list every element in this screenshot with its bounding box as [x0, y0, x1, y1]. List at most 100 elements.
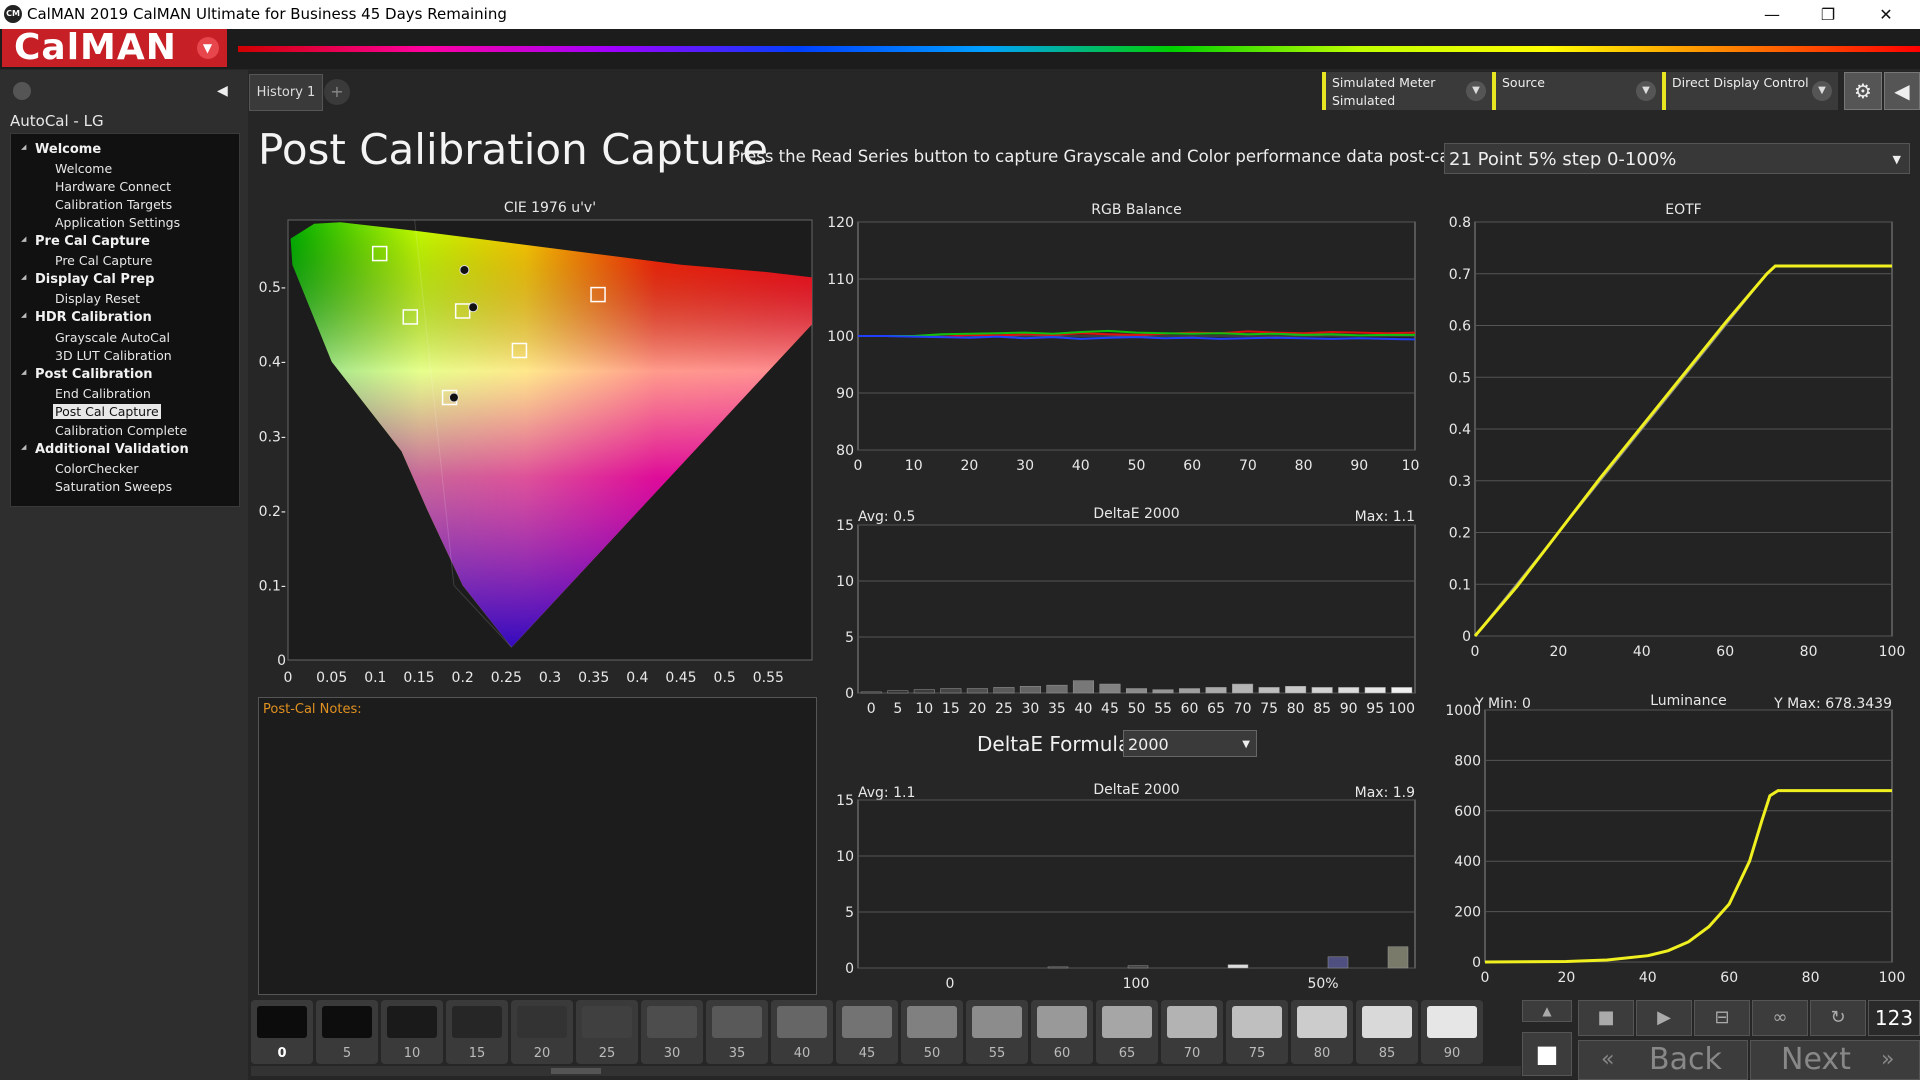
- display-control-selector[interactable]: Direct Display Control ▼: [1662, 72, 1838, 110]
- section-additional-validation[interactable]: Additional Validation: [21, 442, 189, 457]
- deltae-bar: [1072, 680, 1094, 694]
- back-button[interactable]: « Back: [1578, 1040, 1748, 1080]
- x-tick-label: 5: [893, 701, 902, 717]
- y-tick-label: 0: [1462, 629, 1471, 645]
- tree-item-pre-cal-capture[interactable]: Pre Cal Capture: [53, 253, 154, 268]
- section-welcome[interactable]: Welcome: [21, 142, 101, 157]
- deltae-title: DeltaE 2000: [1093, 782, 1179, 798]
- x-tick-label: 60: [1716, 644, 1734, 660]
- tab-history-1[interactable]: History 1: [249, 74, 323, 111]
- step-icon[interactable]: ⊟: [1694, 1000, 1750, 1036]
- section-hdr-calibration[interactable]: HDR Calibration: [21, 310, 152, 325]
- patch-swatch[interactable]: 40: [771, 1000, 833, 1064]
- gear-icon[interactable]: ⚙: [1844, 72, 1882, 110]
- tree-item-calibration-targets[interactable]: Calibration Targets: [53, 197, 174, 212]
- patch-swatch[interactable]: 50: [901, 1000, 963, 1064]
- workflow-tree: Welcome Welcome Hardware Connect Calibra…: [10, 133, 240, 507]
- section-display-cal-prep[interactable]: Display Cal Prep: [21, 272, 155, 287]
- series-dropdown[interactable]: 21 Point 5% step 0-100% ▼: [1444, 143, 1910, 174]
- deltae-bar: [1099, 683, 1121, 694]
- tree-item-3d-lut-calibration[interactable]: 3D LUT Calibration: [53, 348, 174, 363]
- patch-color: [842, 1006, 892, 1038]
- y-tick-label: 110: [827, 272, 854, 288]
- patch-swatch[interactable]: 85: [1356, 1000, 1418, 1064]
- tree-item-post-cal-capture[interactable]: Post Cal Capture: [53, 404, 161, 419]
- section-post-calibration[interactable]: Post Calibration: [21, 367, 152, 382]
- series-value: 21 Point 5% step 0-100%: [1449, 149, 1677, 170]
- measured-point: [459, 264, 470, 275]
- sidebar-pin-icon[interactable]: [13, 82, 31, 100]
- patch-swatch[interactable]: 55: [966, 1000, 1028, 1064]
- x-tick-label: 20: [968, 701, 986, 717]
- patch-swatch[interactable]: 60: [1031, 1000, 1093, 1064]
- tree-item-end-calibration[interactable]: End Calibration: [53, 386, 153, 401]
- patch-color: [387, 1006, 437, 1038]
- close-button[interactable]: ✕: [1866, 2, 1906, 27]
- tree-item-grayscale-autocal[interactable]: Grayscale AutoCal: [53, 330, 172, 345]
- patch-swatch[interactable]: 0: [251, 1000, 313, 1064]
- read-count[interactable]: 123: [1868, 1000, 1920, 1036]
- tree-item-application-settings[interactable]: Application Settings: [53, 215, 182, 230]
- deltae-formula-label: DeltaE Formula: [977, 732, 1131, 756]
- deltae-formula-dropdown[interactable]: 2000 ▼: [1123, 730, 1257, 757]
- x-tick-label: 80: [1802, 970, 1820, 986]
- tree-item-welcome[interactable]: Welcome: [53, 161, 114, 176]
- window-titlebar: CM CalMAN 2019 CalMAN Ultimate for Busin…: [0, 0, 1920, 29]
- patch-swatch[interactable]: 15: [446, 1000, 508, 1064]
- chevron-left-icon[interactable]: ◀: [1884, 72, 1920, 110]
- deltae-bar: [1227, 964, 1249, 969]
- scrollbar-thumb[interactable]: [551, 1068, 601, 1074]
- tree-item-display-reset[interactable]: Display Reset: [53, 291, 142, 306]
- patch-swatch[interactable]: 25: [576, 1000, 638, 1064]
- patch-swatch[interactable]: 20: [511, 1000, 573, 1064]
- patch-scrollbar[interactable]: [251, 1066, 1521, 1076]
- patch-swatch[interactable]: 65: [1096, 1000, 1158, 1064]
- patch-color: [972, 1006, 1022, 1038]
- tree-item-saturation-sweeps[interactable]: Saturation Sweeps: [53, 479, 174, 494]
- section-pre-cal-capture[interactable]: Pre Cal Capture: [21, 234, 150, 249]
- page-title: Post Calibration Capture: [258, 125, 769, 174]
- x-tick-label: 0: [1471, 644, 1480, 660]
- patch-swatch[interactable]: 90: [1421, 1000, 1483, 1064]
- patch-swatch[interactable]: 70: [1161, 1000, 1223, 1064]
- brand-menu-button[interactable]: CalMAN ▼: [2, 29, 227, 67]
- deltae-bar: [1387, 946, 1409, 969]
- patch-swatch[interactable]: 35: [706, 1000, 768, 1064]
- patch-swatch[interactable]: 45: [836, 1000, 898, 1064]
- patch-label: 85: [1378, 1046, 1396, 1061]
- x-tick-label: 100: [1123, 976, 1150, 992]
- loop-icon[interactable]: ∞: [1752, 1000, 1808, 1036]
- brand-name: CalMAN: [14, 27, 177, 68]
- minimize-button[interactable]: —: [1752, 2, 1792, 27]
- x-tick-label: 35: [1048, 701, 1066, 717]
- collapse-sidebar-icon[interactable]: ◀: [217, 83, 228, 99]
- meter-selector[interactable]: Simulated Meter Simulated ▼: [1322, 72, 1492, 110]
- patch-color: [1297, 1006, 1347, 1038]
- eotf-title: EOTF: [1665, 202, 1701, 218]
- source-selector[interactable]: Source ▼: [1492, 72, 1662, 110]
- play-icon[interactable]: ▶: [1636, 1000, 1692, 1036]
- patch-swatch[interactable]: 75: [1226, 1000, 1288, 1064]
- y-tick-label: 0.3-: [259, 429, 286, 445]
- patch-swatch[interactable]: 10: [381, 1000, 443, 1064]
- patch-swatch[interactable]: 80: [1291, 1000, 1353, 1064]
- next-button[interactable]: Next »: [1750, 1040, 1920, 1080]
- tree-item-colorchecker[interactable]: ColorChecker: [53, 461, 140, 476]
- patch-label: 35: [728, 1046, 746, 1061]
- patch-swatch[interactable]: 30: [641, 1000, 703, 1064]
- eotf-chart: EOTF 0 0.1 0.2 0.3 0.4 0.5 0.6 0.7 0.8 0 20 40 60 80 10…: [1449, 202, 1906, 660]
- chevron-up-icon[interactable]: ▲: [1522, 1000, 1572, 1022]
- refresh-icon[interactable]: ↻: [1810, 1000, 1866, 1036]
- stop-icon[interactable]: ■: [1578, 1000, 1634, 1036]
- x-tick-label: 80: [1287, 701, 1305, 717]
- x-tick-label: 20: [1549, 644, 1567, 660]
- tree-item-calibration-complete[interactable]: Calibration Complete: [53, 423, 189, 438]
- patch-swatch[interactable]: 5: [316, 1000, 378, 1064]
- instructions-text: Press the Read Series button to capture …: [730, 147, 1523, 166]
- stop-read-icon[interactable]: ■: [1522, 1032, 1572, 1076]
- restore-button[interactable]: ❐: [1808, 2, 1848, 27]
- patch-label: 90: [1443, 1046, 1461, 1061]
- add-tab-button[interactable]: +: [324, 79, 350, 105]
- tree-item-hardware-connect[interactable]: Hardware Connect: [53, 179, 173, 194]
- post-cal-notes[interactable]: Post-Cal Notes:: [258, 697, 817, 995]
